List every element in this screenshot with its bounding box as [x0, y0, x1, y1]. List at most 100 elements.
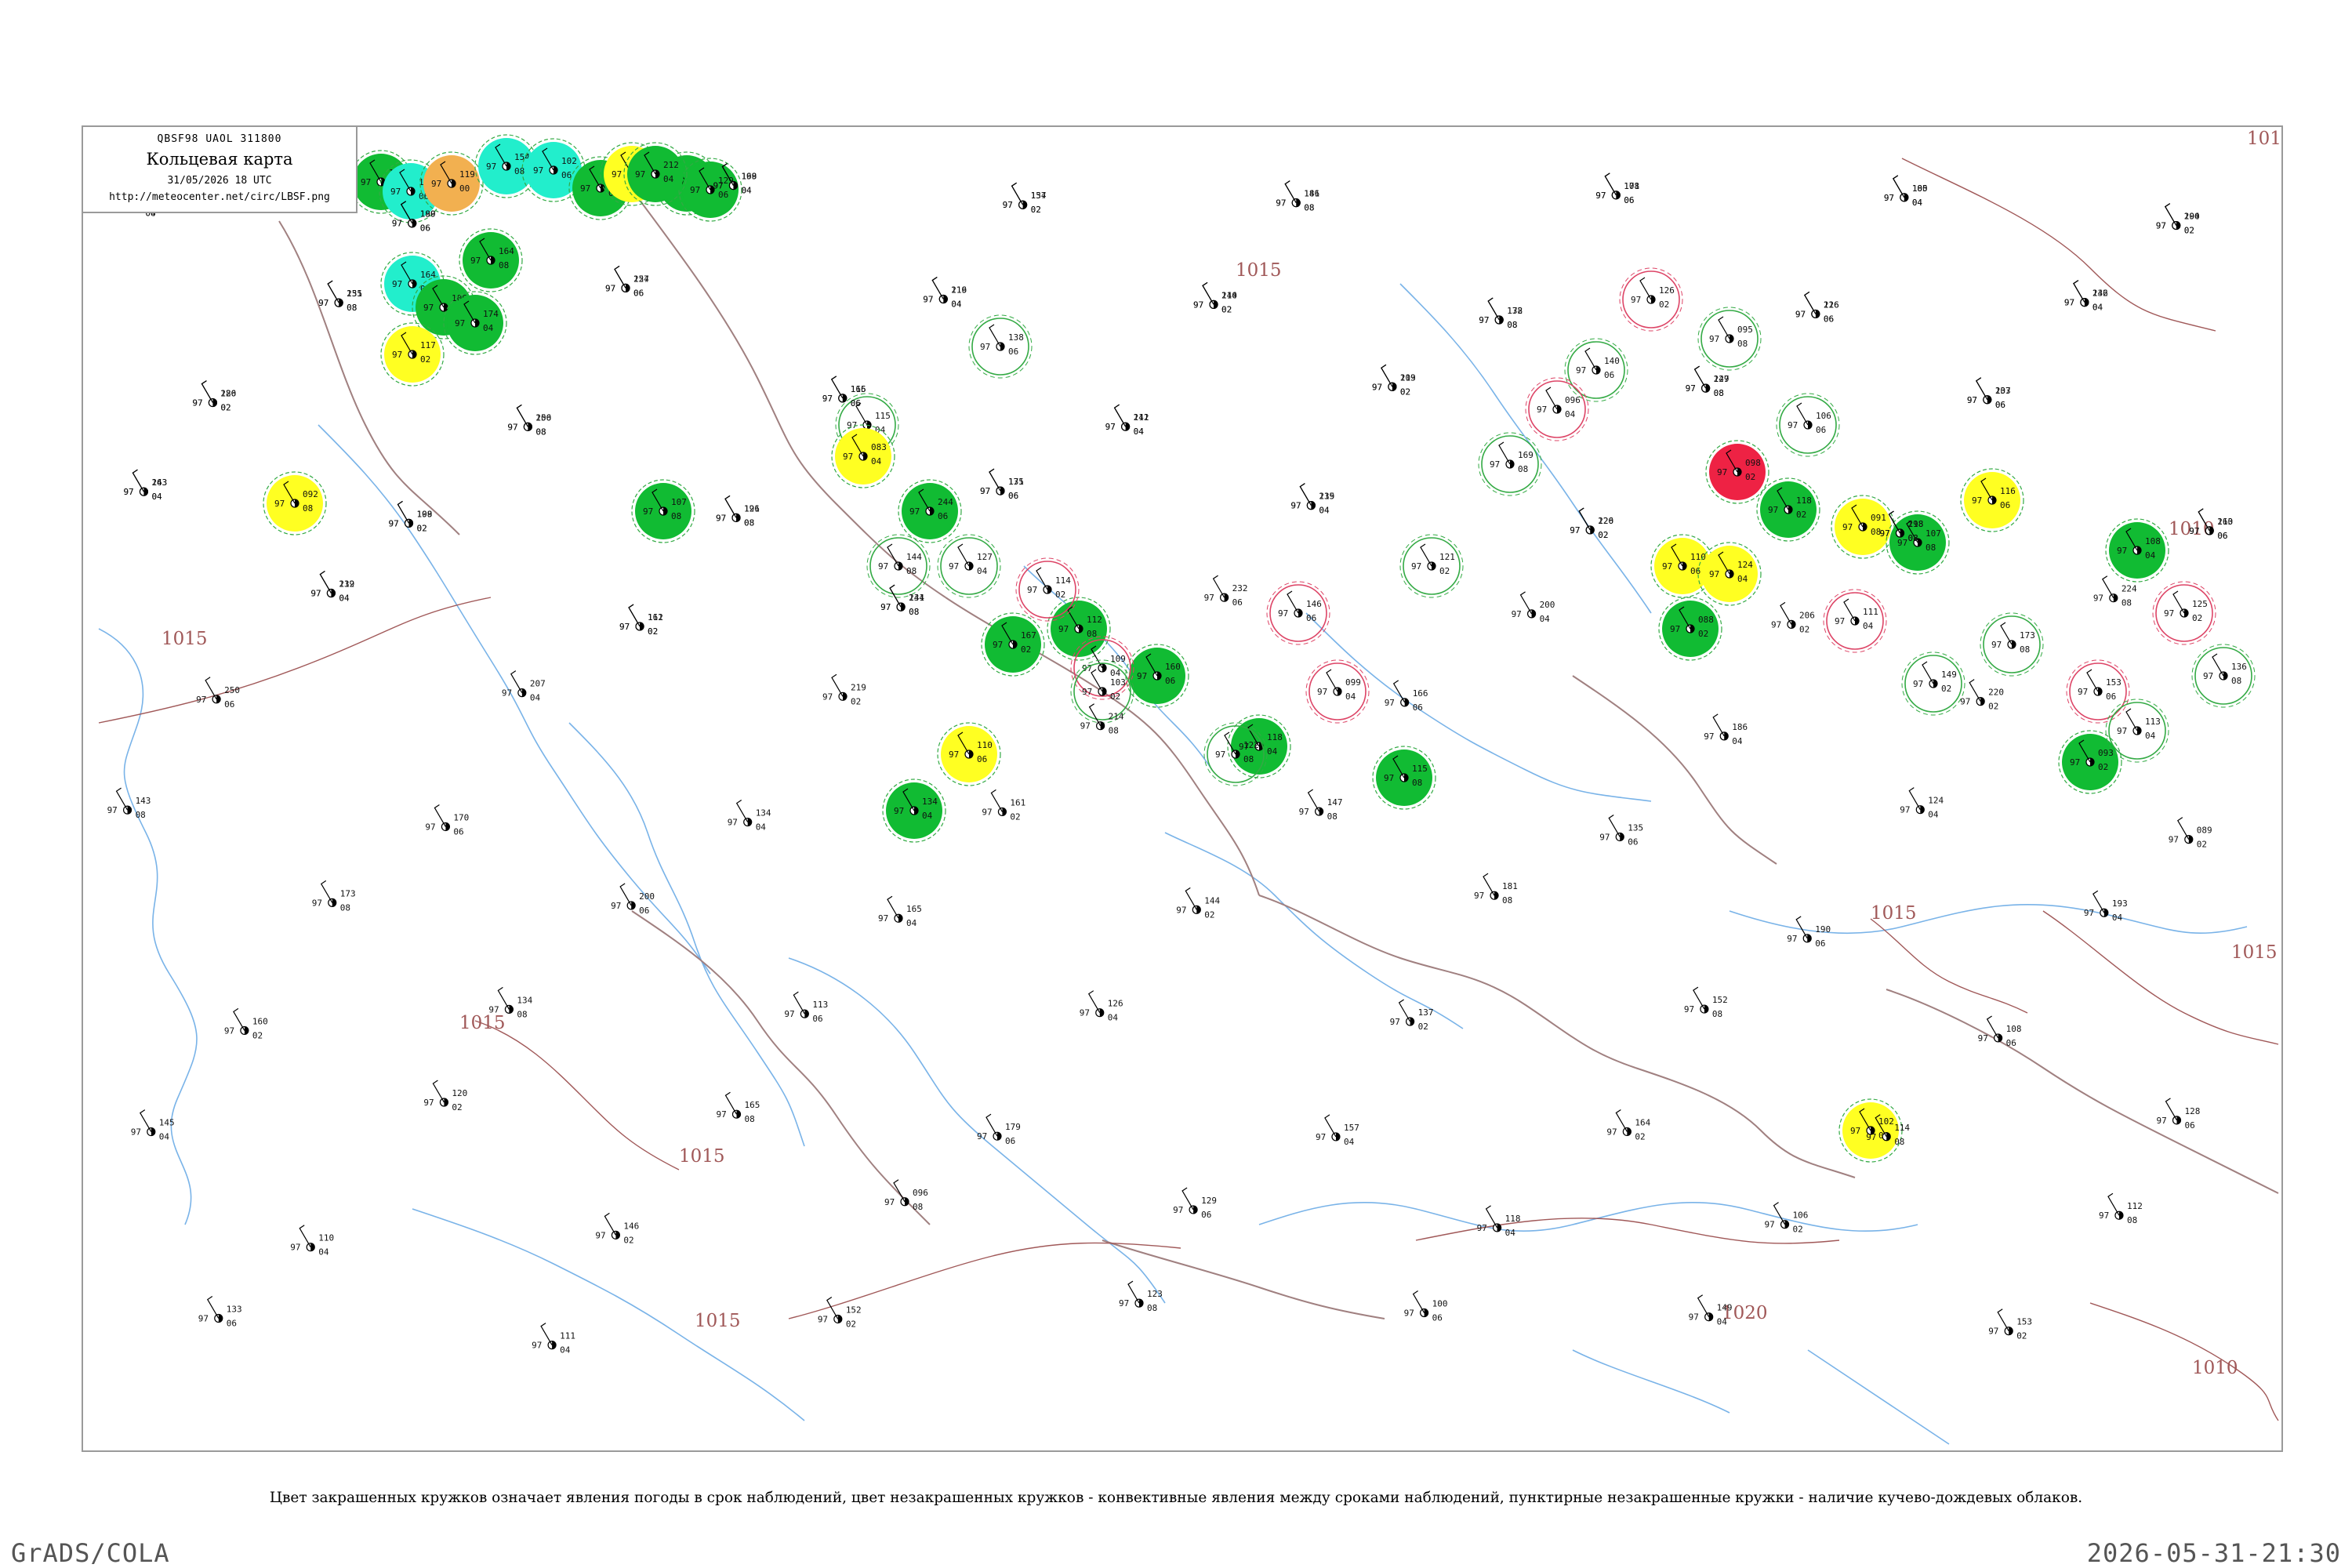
station-marker[interactable]: 1029706 — [1838, 1098, 1903, 1163]
station-marker[interactable]: 134 97 04 — [728, 800, 771, 833]
station-marker[interactable]: 111 97 04 — [532, 1323, 575, 1356]
station-marker[interactable]: 163 97 04 — [123, 469, 167, 502]
station-marker[interactable]: 096 97 04 — [1525, 377, 1589, 441]
station-marker[interactable]: 164 97 02 — [1606, 1109, 1651, 1142]
station-marker[interactable]: 181 97 08 — [1474, 873, 1518, 906]
station-marker[interactable]: 219 97 02 — [822, 673, 866, 706]
station-marker[interactable]: 147 97 08 — [1299, 789, 1343, 822]
station-marker[interactable]: 089 97 02 — [2169, 817, 2212, 850]
station-marker[interactable]: 153 97 06 — [2066, 659, 2130, 724]
station-marker[interactable]: 115 97 04 — [1290, 483, 1334, 516]
station-marker[interactable]: 121 97 02 — [1399, 534, 1464, 598]
station-marker[interactable]: 193 97 04 — [2084, 890, 2128, 923]
station-marker[interactable]: 160 97 02 — [224, 1007, 268, 1040]
station-marker[interactable]: 111 97 04 — [1823, 589, 1887, 653]
station-marker[interactable]: 134 97 04 — [882, 779, 946, 843]
station-marker[interactable]: 131 97 06 — [980, 468, 1024, 501]
station-marker[interactable]: 119 97 02 — [1372, 364, 1416, 397]
source-url[interactable]: http://meteocenter.net/circ/LBSF.png — [83, 191, 356, 203]
station-marker[interactable]: 103 97 06 — [1967, 377, 2011, 410]
station-marker[interactable]: 093 97 02 — [2058, 730, 2122, 794]
station-marker[interactable]: 098 97 02 — [1705, 440, 1769, 504]
station-marker[interactable]: 100 97 06 — [1404, 1290, 1448, 1323]
station-marker[interactable]: 112 97 08 — [1047, 597, 1111, 661]
station-marker[interactable]: 104 97 02 — [2156, 203, 2200, 236]
station-marker[interactable]: 166 97 06 — [1385, 680, 1428, 713]
station-marker[interactable]: 206 97 02 — [1771, 601, 1815, 634]
station-marker[interactable]: 224 97 08 — [2093, 575, 2137, 608]
station-marker[interactable]: 095 97 08 — [1697, 307, 1762, 371]
station-marker[interactable]: 165 97 08 — [716, 1091, 760, 1124]
station-marker[interactable]: 124 97 04 — [1697, 542, 1762, 606]
station-marker[interactable]: 120 97 02 — [423, 1080, 467, 1112]
station-marker[interactable]: 123 97 08 — [1119, 1280, 1163, 1313]
station-marker[interactable]: 11897 04 — [1227, 714, 1291, 779]
station-marker[interactable]: 207 97 04 — [502, 670, 546, 703]
station-marker[interactable]: 132 97 08 — [1479, 297, 1523, 330]
station-marker[interactable]: 135 97 06 — [1599, 814, 1643, 847]
station-marker[interactable]: 129 97 06 — [1173, 1187, 1217, 1220]
station-marker[interactable]: 139 97 04 — [310, 571, 354, 604]
station-marker[interactable]: 127 97 04 — [937, 534, 1001, 598]
station-marker[interactable]: 190 97 06 — [1787, 916, 1831, 949]
station-marker[interactable]: 127 97 06 — [605, 265, 649, 298]
station-marker[interactable]: 200 97 04 — [1512, 591, 1555, 624]
station-marker[interactable]: 083 97 04 — [831, 424, 895, 488]
station-marker[interactable]: 152 97 02 — [818, 1296, 862, 1329]
station-marker[interactable]: 232 97 06 — [1204, 575, 1248, 608]
station-marker[interactable]: 136 97 04 — [2064, 280, 2108, 313]
station-marker[interactable]: 138 97 06 — [968, 314, 1033, 379]
station-marker[interactable]: 136 97 08 — [2191, 644, 2256, 708]
station-marker[interactable]: 09197 08 — [1831, 495, 1895, 559]
station-marker[interactable]: 126 97 02 — [192, 380, 236, 413]
station-marker[interactable]: 128 97 06 — [2156, 1098, 2200, 1131]
station-marker[interactable]: 126 97 02 — [1619, 267, 1683, 332]
station-marker[interactable]: 124 97 04 — [1900, 787, 1944, 820]
station-marker[interactable]: 126 97 02 — [1570, 507, 1613, 540]
station-marker[interactable]: 116 97 06 — [1795, 291, 1839, 324]
station-marker[interactable]: 164 97 08 — [459, 228, 523, 292]
station-marker[interactable]: 106 97 02 — [1765, 1202, 1809, 1235]
station-marker[interactable]: 174 97 04 — [443, 291, 507, 355]
station-marker[interactable]: 134 97 08 — [488, 986, 533, 1019]
station-marker[interactable]: 152 97 08 — [1684, 986, 1728, 1019]
station-marker[interactable]: 109 97 02 — [389, 500, 433, 533]
station-marker[interactable]: 110 97 04 — [290, 1225, 334, 1258]
station-marker[interactable]: 147 97 08 — [1686, 365, 1730, 398]
station-marker[interactable]: 173 97 08 — [1980, 612, 2044, 677]
station-marker[interactable]: 165 97 04 — [878, 895, 922, 928]
station-marker[interactable]: 144 97 02 — [1176, 887, 1221, 920]
station-marker[interactable]: 146 97 02 — [595, 1212, 639, 1245]
station-marker[interactable]: 106 97 06 — [1776, 393, 1840, 457]
station-marker[interactable]: 11897 04 — [1477, 1205, 1521, 1238]
station-marker[interactable]: 092 97 08 — [263, 471, 327, 535]
station-marker[interactable]: 220 97 02 — [1960, 679, 2004, 712]
station-marker[interactable]: 137 97 02 — [1390, 999, 1434, 1032]
station-marker[interactable]: 121 97 08 — [716, 495, 760, 528]
station-marker[interactable]: 115 97 08 — [1372, 746, 1436, 810]
station-marker[interactable]: 170 97 06 — [425, 804, 469, 837]
station-marker[interactable]: 119 97 04 — [923, 276, 967, 309]
station-marker[interactable]: 133 97 06 — [198, 1296, 242, 1329]
station-marker[interactable]: 149 97 02 — [1901, 652, 1965, 716]
station-marker[interactable]: 179 97 06 — [977, 1113, 1021, 1146]
station-marker[interactable]: 108 97 04 — [2105, 518, 2169, 583]
station-marker[interactable]: 137 97 02 — [1003, 182, 1047, 215]
station-marker[interactable]: 117 97 02 — [380, 322, 445, 387]
station-marker[interactable]: 100 97 04 — [1884, 175, 1928, 208]
station-marker[interactable]: 173 97 08 — [312, 880, 356, 913]
station-marker[interactable]: 244 97 06 — [898, 479, 962, 543]
station-marker[interactable]: 143 97 08 — [107, 787, 151, 820]
station-marker[interactable]: 111 97 02 — [619, 604, 663, 637]
station-marker[interactable]: 112 97 08 — [2099, 1192, 2143, 1225]
station-marker[interactable]: 167 97 02 — [981, 612, 1045, 677]
station-marker[interactable]: 112 97 04 — [1105, 404, 1149, 437]
station-marker[interactable]: 099 97 04 — [1305, 659, 1370, 724]
station-marker[interactable]: 126 97 04 — [1080, 990, 1123, 1023]
station-marker[interactable]: 186 97 04 — [1704, 713, 1748, 746]
station-marker[interactable]: 110 97 06 — [937, 722, 1001, 786]
station-marker[interactable]: 149 97 04 — [1689, 1294, 1733, 1327]
station-marker[interactable]: 250 97 06 — [196, 677, 240, 710]
station-marker[interactable]: 169 97 08 — [1478, 432, 1542, 496]
station-marker[interactable]: 118 97 02 — [1756, 477, 1820, 542]
